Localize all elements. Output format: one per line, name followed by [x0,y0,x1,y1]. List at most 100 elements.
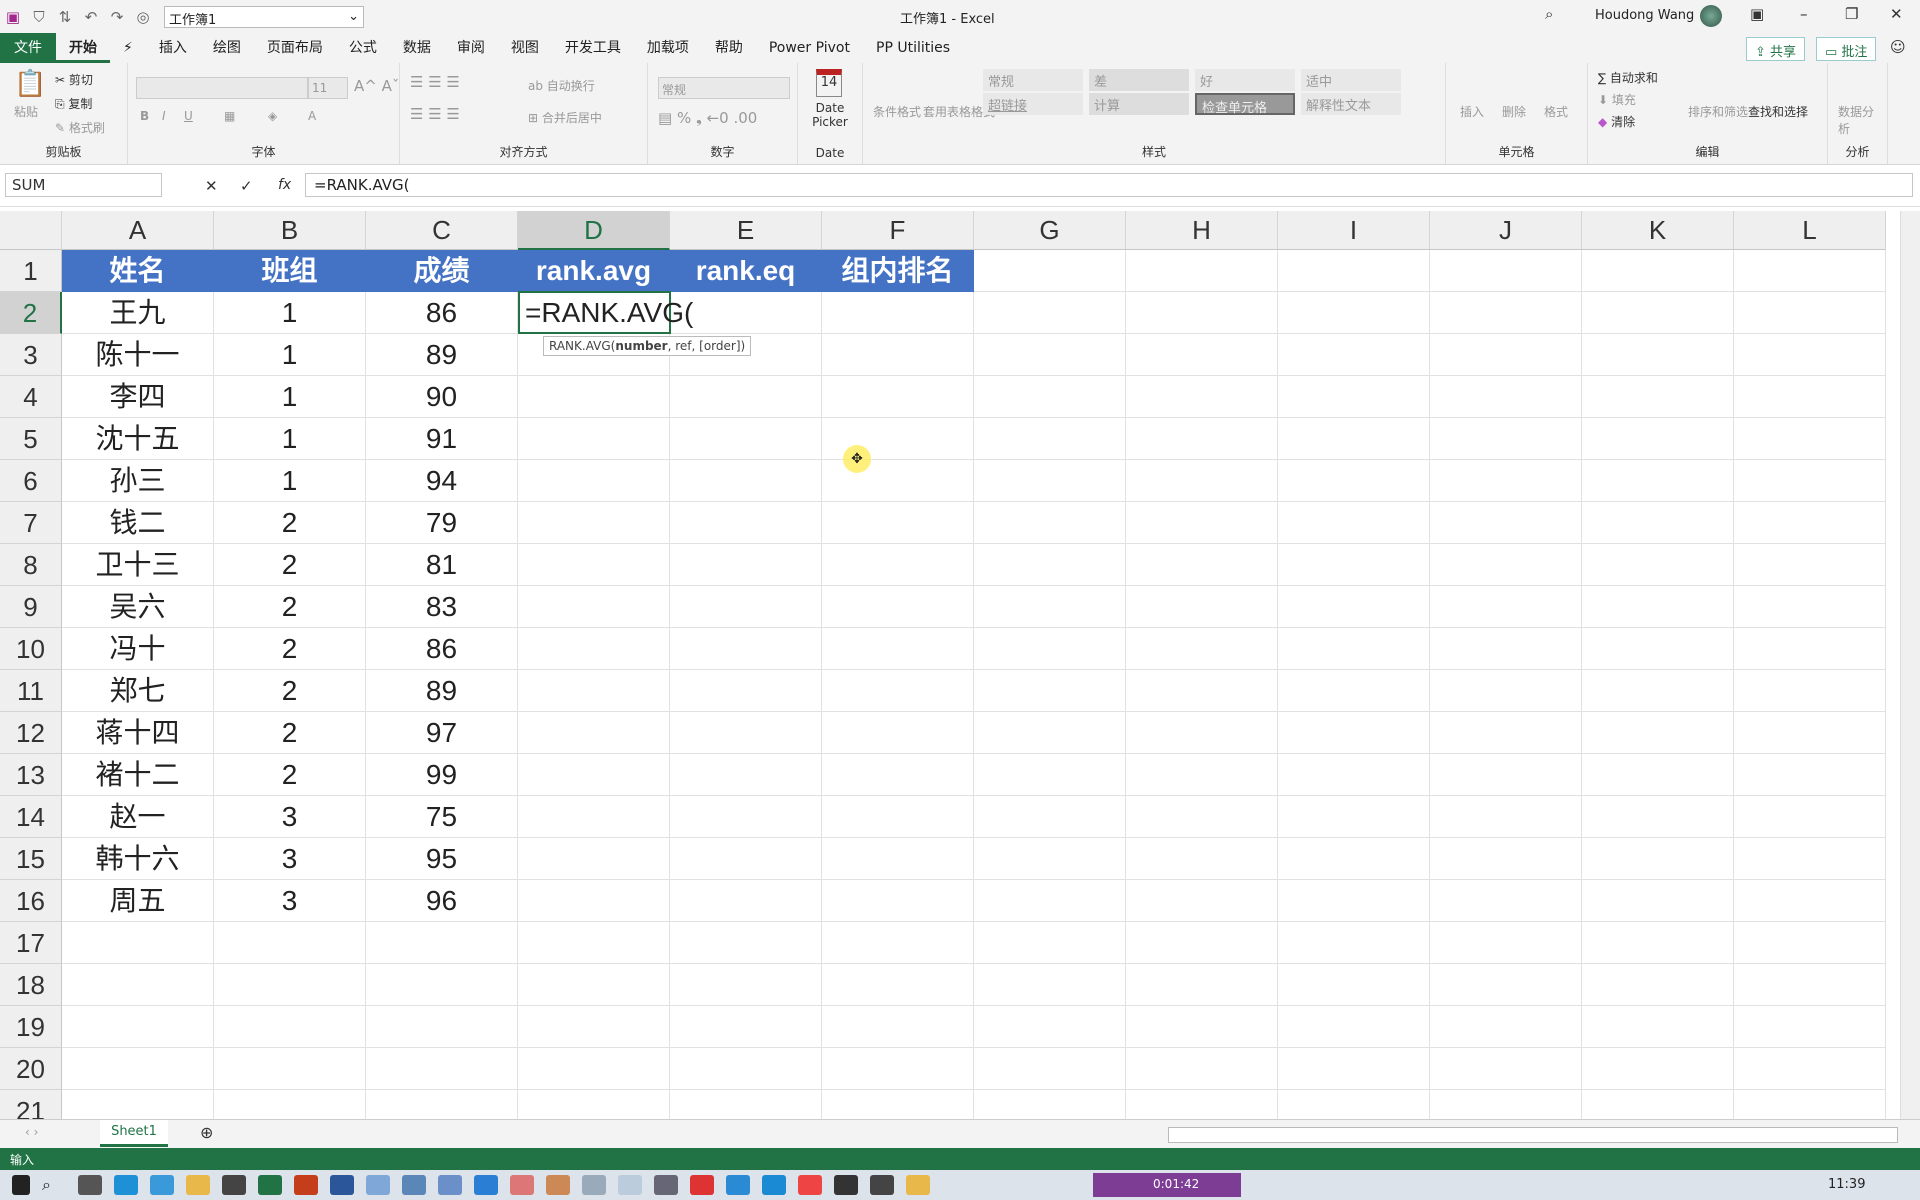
cell-J2[interactable] [1430,292,1582,334]
cell-F12[interactable] [822,712,974,754]
cell-L15[interactable] [1734,838,1886,880]
cell-L2[interactable] [1734,292,1886,334]
cell-H21[interactable] [1126,1090,1278,1119]
cell-D14[interactable] [518,796,670,838]
cell-B12[interactable]: 2 [214,712,366,754]
percent-icon[interactable]: ▤ % ❟ ←0 .00 [658,109,757,127]
cell-C19[interactable] [366,1006,518,1048]
cell-L18[interactable] [1734,964,1886,1006]
cell-style-0[interactable]: 常规 [983,69,1083,91]
cell-I1[interactable] [1278,250,1430,292]
cell-C16[interactable]: 96 [366,880,518,922]
cell-F17[interactable] [822,922,974,964]
tab-5[interactable]: 页面布局 [254,33,336,63]
align-top-icon[interactable]: ☰ ☰ ☰ [410,73,460,91]
cell-C1[interactable]: 成绩 [366,250,518,292]
cell-K6[interactable] [1582,460,1734,502]
column-header-H[interactable]: H [1126,211,1278,250]
cell-J4[interactable] [1430,376,1582,418]
cell-F7[interactable] [822,502,974,544]
bold-button[interactable]: B [140,109,149,123]
app-icon[interactable] [438,1175,462,1195]
tab-7[interactable]: 数据 [390,33,444,63]
row-header-13[interactable]: 13 [0,754,62,796]
cell-style-6[interactable]: 检查单元格 [1195,93,1295,116]
cell-A20[interactable] [62,1048,214,1090]
calendar-app-icon[interactable] [474,1175,498,1195]
cell-D1[interactable]: rank.avg [518,250,670,292]
cell-F16[interactable] [822,880,974,922]
cell-H19[interactable] [1126,1006,1278,1048]
cell-D9[interactable] [518,586,670,628]
cell-L9[interactable] [1734,586,1886,628]
cell-J14[interactable] [1430,796,1582,838]
cell-E10[interactable] [670,628,822,670]
cell-J16[interactable] [1430,880,1582,922]
cell-C21[interactable] [366,1090,518,1119]
cell-H1[interactable] [1126,250,1278,292]
cell-E12[interactable] [670,712,822,754]
cell-K4[interactable] [1582,376,1734,418]
ie-icon[interactable] [150,1175,174,1195]
cell-G20[interactable] [974,1048,1126,1090]
tab-10[interactable]: 开发工具 [552,33,634,63]
cell-H6[interactable] [1126,460,1278,502]
cell-D6[interactable] [518,460,670,502]
row-header-1[interactable]: 1 [0,250,62,292]
cell-H14[interactable] [1126,796,1278,838]
cell-F13[interactable] [822,754,974,796]
task-view-icon[interactable] [78,1175,102,1195]
cell-K18[interactable] [1582,964,1734,1006]
app-icon[interactable] [690,1175,714,1195]
cell-I21[interactable] [1278,1090,1430,1119]
camera-icon[interactable]: ◎ [130,4,156,30]
cell-H12[interactable] [1126,712,1278,754]
format-button[interactable]: 格式 [1544,103,1568,120]
cell-H18[interactable] [1126,964,1278,1006]
avatar[interactable] [1700,5,1722,27]
cell-H2[interactable] [1126,292,1278,334]
sigma-icon[interactable] [402,1175,426,1195]
app-icon[interactable] [834,1175,858,1195]
cell-E16[interactable] [670,880,822,922]
cell-A1[interactable]: 姓名 [62,250,214,292]
find-select-button[interactable]: 查找和选择 [1748,103,1808,120]
cell-K8[interactable] [1582,544,1734,586]
cell-J10[interactable] [1430,628,1582,670]
cell-K11[interactable] [1582,670,1734,712]
cell-B19[interactable] [214,1006,366,1048]
app-icon[interactable] [654,1175,678,1195]
enter-icon[interactable]: ✓ [240,177,253,195]
undo-icon[interactable]: ↶ [78,4,104,30]
cell-L17[interactable] [1734,922,1886,964]
cell-J6[interactable] [1430,460,1582,502]
cell-A7[interactable]: 钱二 [62,502,214,544]
cell-H4[interactable] [1126,376,1278,418]
cell-A15[interactable]: 韩十六 [62,838,214,880]
tab-11[interactable]: 加载项 [634,33,702,63]
cell-K7[interactable] [1582,502,1734,544]
cell-F15[interactable] [822,838,974,880]
cell-B20[interactable] [214,1048,366,1090]
cell-J18[interactable] [1430,964,1582,1006]
feedback-icon[interactable]: ☺ [1890,38,1906,56]
cell-I12[interactable] [1278,712,1430,754]
app-icon[interactable] [906,1175,930,1195]
cell-G1[interactable] [974,250,1126,292]
cell-I17[interactable] [1278,922,1430,964]
cell-F11[interactable] [822,670,974,712]
function-tooltip[interactable]: RANK.AVG(number, ref, [order]) [543,336,752,356]
cell-G11[interactable] [974,670,1126,712]
cell-G9[interactable] [974,586,1126,628]
cell-L13[interactable] [1734,754,1886,796]
row-header-21[interactable]: 21 [0,1090,62,1119]
number-format-select[interactable]: 常规 [658,77,790,99]
cell-B5[interactable]: 1 [214,418,366,460]
cell-C6[interactable]: 94 [366,460,518,502]
cell-E20[interactable] [670,1048,822,1090]
cell-I16[interactable] [1278,880,1430,922]
cell-A11[interactable]: 郑七 [62,670,214,712]
cell-F18[interactable] [822,964,974,1006]
clear-button[interactable]: ◆ 清除 [1598,113,1635,130]
cell-L19[interactable] [1734,1006,1886,1048]
